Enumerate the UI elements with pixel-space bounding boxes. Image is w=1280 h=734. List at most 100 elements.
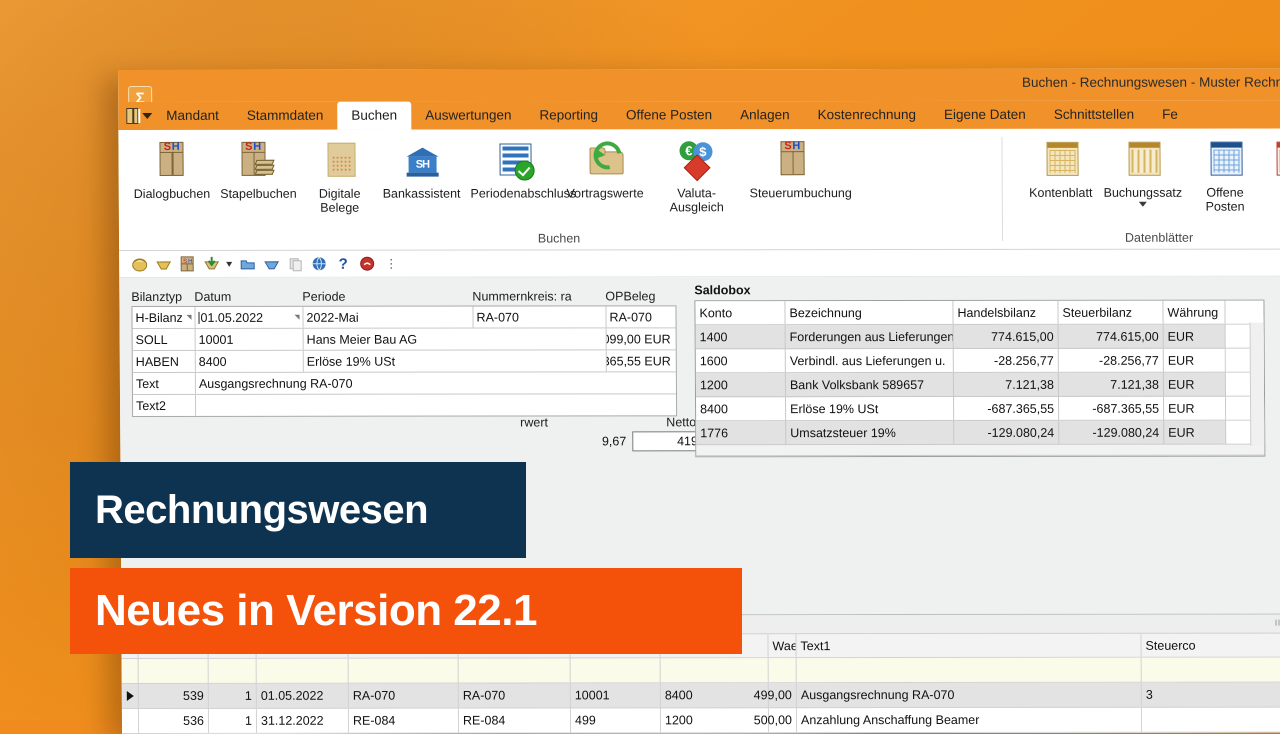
cell-steuerbilanz: -129.080,24: [1059, 421, 1164, 444]
column-resize-handle[interactable]: [1275, 620, 1280, 626]
dropdown-hint-icon[interactable]: [186, 315, 191, 320]
cell-steuerbilanz: 7.121,38: [1059, 373, 1164, 396]
blue-folder-icon[interactable]: [235, 253, 259, 275]
blue-bowl-icon[interactable]: [259, 253, 283, 275]
bank-icon: € SH: [398, 140, 444, 182]
gold-open-icon[interactable]: [127, 253, 151, 275]
tab-eigene-daten[interactable]: Eigene Daten: [930, 101, 1040, 129]
table-row[interactable]: 536 1 31.12.2022 RE-084 RE-084 499 1200 …: [122, 708, 1280, 734]
sh-small-icon[interactable]: SH: [175, 253, 199, 275]
carry-forward-icon: [582, 139, 628, 181]
ribbon-button-steuerumbuchung[interactable]: SH Steuerumbuchung: [744, 139, 840, 200]
label-soll: SOLL: [133, 329, 196, 350]
tab-anlagen[interactable]: Anlagen: [726, 101, 804, 129]
globe-icon[interactable]: [307, 253, 331, 275]
posting-record-icon: [1120, 139, 1166, 181]
saldobox-scrollbar[interactable]: [1250, 323, 1265, 446]
col-wae[interactable]: Wae: [768, 634, 796, 657]
ribbon-button-periodenabschluss[interactable]: Periodenabschluss: [465, 139, 561, 200]
cell-betrag: 499,00: [769, 683, 797, 707]
overflow-icon[interactable]: ⋮: [379, 253, 403, 275]
cell-beleg2: RE-084: [459, 708, 571, 732]
col-steuerco[interactable]: Steuerco: [1141, 634, 1280, 657]
posting-grid-new-row[interactable]: [122, 658, 1280, 684]
cell-steuerco: 3: [1142, 683, 1280, 707]
ribbon-tab-strip: Mandant Stammdaten Buchen Auswertungen R…: [118, 101, 1280, 130]
field-text2[interactable]: [196, 394, 676, 416]
booking-form-table: H-Bilanz 01.05.2022 2022-Mai RA-070 RA-0…: [131, 305, 677, 417]
saldobox-col-waehrung: Währung: [1163, 301, 1225, 324]
ribbon-group-datenblaetter: Kontenblatt Buchungssatz Offene Posten: [1008, 129, 1280, 249]
saldobox-col-konto: Konto: [695, 301, 785, 324]
field-haben-konto[interactable]: 8400: [196, 351, 304, 372]
cell-bezeichnung: Verbindl. aus Lieferungen u.: [786, 349, 954, 372]
cell-bezeichnung: Umsatzsteuer 19%: [786, 421, 954, 444]
col-text1[interactable]: Text1: [796, 634, 1141, 657]
ribbon-button-digitale-belege[interactable]: Digitale Belege: [301, 140, 377, 215]
ribbon-button-vortragswerte[interactable]: Vortragswerte: [561, 139, 648, 200]
tab-schnittstellen[interactable]: Schnittstellen: [1040, 101, 1148, 129]
table-row[interactable]: 1200 Bank Volksbank 589657 7.121,38 7.12…: [696, 373, 1264, 398]
ribbon-button-kontenblatt[interactable]: Kontenblatt: [1022, 139, 1098, 200]
cell-konto: 10001: [571, 683, 661, 707]
table-row[interactable]: 1776 Umsatzsteuer 19% -129.080,24 -129.0…: [696, 421, 1264, 446]
green-funnel-icon[interactable]: [199, 253, 223, 275]
table-row[interactable]: 1600 Verbindl. aus Lieferungen u. -28.25…: [696, 349, 1264, 374]
ribbon-button-bankassistent[interactable]: € SH Bankassistent: [377, 140, 465, 201]
tab-kostenrechnung[interactable]: Kostenrechnung: [804, 101, 931, 129]
tab-auswertungen[interactable]: Auswertungen: [411, 102, 525, 130]
tab-fe[interactable]: Fe: [1148, 101, 1192, 129]
tab-stammdaten[interactable]: Stammdaten: [233, 102, 338, 130]
ribbon-button-stapelbuchen[interactable]: SH Stapelbuchen: [215, 140, 302, 201]
field-nummernkreis[interactable]: RA-070: [473, 306, 606, 327]
tab-mandant[interactable]: Mandant: [152, 102, 233, 130]
layout-grid-icon[interactable]: [126, 108, 138, 124]
value-rohwert: 9,67: [602, 434, 626, 448]
table-row[interactable]: 8400 Erlöse 19% USt -687.365,55 -687.365…: [696, 397, 1264, 422]
ribbon-button-valuta-ausgleich[interactable]: € $ Valuta-Ausgleich: [648, 139, 744, 214]
tab-reporting[interactable]: Reporting: [525, 101, 612, 129]
quick-access-toolbar[interactable]: [118, 102, 152, 130]
gold-bowl-icon[interactable]: [151, 253, 175, 275]
ribbon-button-k[interactable]: K: [1263, 139, 1280, 200]
cell-bezeichnung: Erlöse 19% USt: [786, 397, 954, 420]
sh-stack-icon: SH: [235, 140, 281, 182]
ribbon-button-offene-posten[interactable]: Offene Posten: [1187, 139, 1263, 214]
chevron-down-icon[interactable]: [1139, 202, 1147, 207]
tab-buchen[interactable]: Buchen: [337, 102, 411, 130]
promo-banner-product-text: Rechnungswesen: [70, 490, 428, 530]
cell-waehrung: EUR: [1164, 421, 1226, 444]
field-opbeleg[interactable]: RA-070: [606, 306, 675, 327]
dropdown-hint-icon[interactable]: [294, 315, 299, 320]
table-row[interactable]: 1400 Forderungen aus Lieferungen 774.615…: [696, 325, 1264, 350]
help-icon[interactable]: ?: [331, 253, 355, 275]
field-bilanztyp-value: H-Bilanz: [135, 310, 182, 324]
close-red-icon[interactable]: [355, 253, 379, 275]
ribbon-button-label: Steuerumbuchung: [750, 186, 836, 200]
table-row[interactable]: 539 1 01.05.2022 RA-070 RA-070 10001 840…: [122, 683, 1280, 709]
field-datum[interactable]: 01.05.2022: [195, 307, 303, 328]
ribbon-button-buchungssatz[interactable]: Buchungssatz: [1098, 139, 1187, 207]
cell-konto: 1776: [696, 421, 786, 444]
saldobox-title: Saldobox: [694, 283, 1264, 298]
field-periode[interactable]: 2022-Mai: [303, 307, 473, 328]
ribbon-button-label: Buchungssatz: [1104, 186, 1183, 200]
ribbon-button-dialogbuchen[interactable]: SH Dialogbuchen: [128, 140, 215, 201]
chevron-down-icon[interactable]: [142, 113, 152, 119]
ribbon: SH Dialogbuchen SH Stapelbuchen Digital: [118, 129, 1280, 251]
cell-handelsbilanz: -129.080,24: [954, 421, 1059, 444]
tab-offene-posten[interactable]: Offene Posten: [612, 101, 726, 129]
label-haben: HABEN: [133, 351, 196, 372]
cell-waehrung: EUR: [1164, 325, 1226, 348]
funnel-dropdown-caret-icon[interactable]: [223, 253, 235, 275]
label-opbeleg: OPBeleg: [605, 289, 655, 305]
label-rohwert: rwert: [520, 415, 548, 429]
field-datum-value: 01.05.2022: [200, 310, 263, 324]
label-netto: Netto: [666, 415, 696, 429]
field-text[interactable]: Ausgangsrechnung RA-070: [196, 372, 676, 394]
red-grid-icon: [1268, 139, 1280, 181]
cell-handelsbilanz: -28.256,77: [954, 349, 1059, 372]
field-soll-konto[interactable]: 10001: [196, 329, 304, 350]
main-toolbar: SH ? ⋮: [119, 250, 1280, 278]
field-bilanztyp[interactable]: H-Bilanz: [132, 307, 195, 328]
